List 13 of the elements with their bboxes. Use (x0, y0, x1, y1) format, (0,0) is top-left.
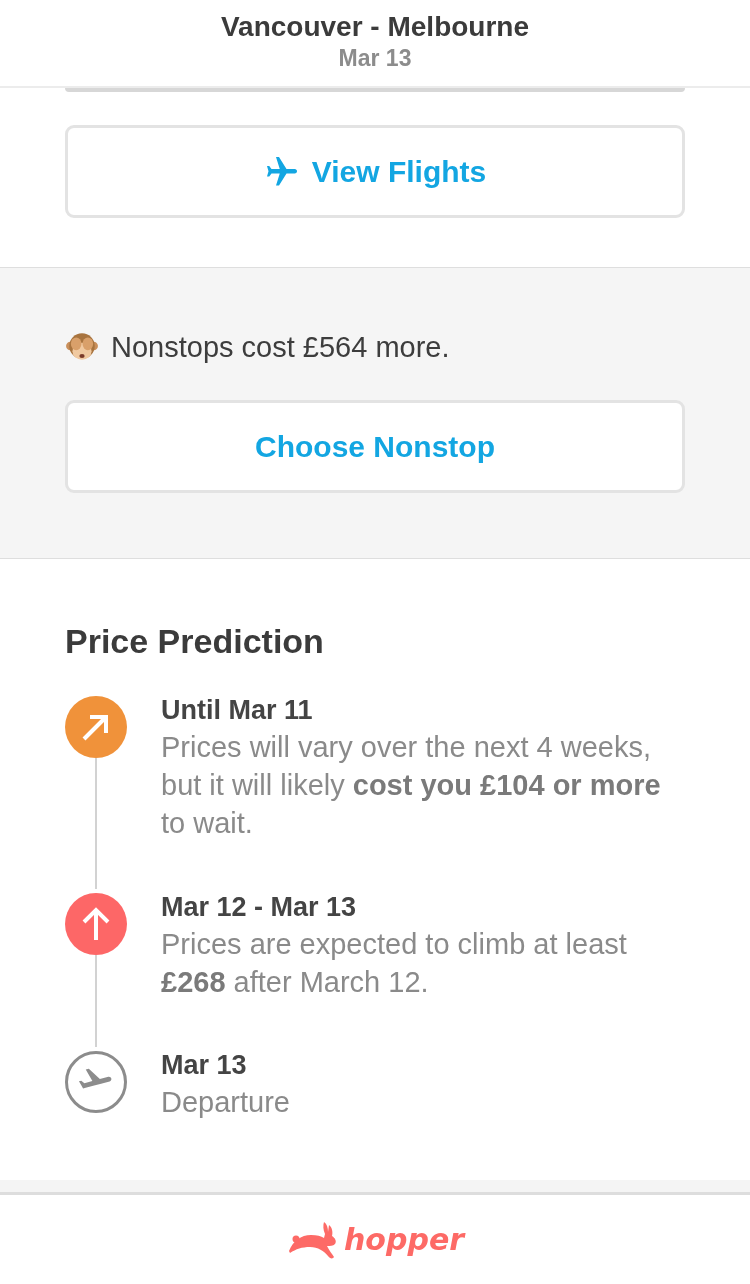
section-heading: Price Prediction (65, 621, 325, 661)
timeline-date: Mar 12 - Mar 13 (161, 891, 358, 924)
nonstop-message: Nonstops cost £564 more. (111, 330, 450, 365)
date-subtitle: Mar 13 (338, 44, 412, 72)
route-title: Vancouver - Melbourne (220, 10, 530, 44)
view-flights-button[interactable]: View Flights (65, 125, 685, 218)
timeline-date: Mar 13 (161, 1049, 248, 1082)
choose-nonstop-button[interactable]: Choose Nonstop (65, 400, 685, 493)
timeline-date: Until Mar 11 (161, 694, 314, 727)
timeline-description: Prices will vary over the next 4 weeks, but it will likely cost you £104 or more to wait. (161, 730, 662, 841)
timeline-description: Departure (161, 1085, 291, 1120)
timeline-description: Prices are expected to climb at least £268 after March 12. (161, 927, 628, 1000)
logo-wordmark: hopper (343, 1221, 465, 1258)
